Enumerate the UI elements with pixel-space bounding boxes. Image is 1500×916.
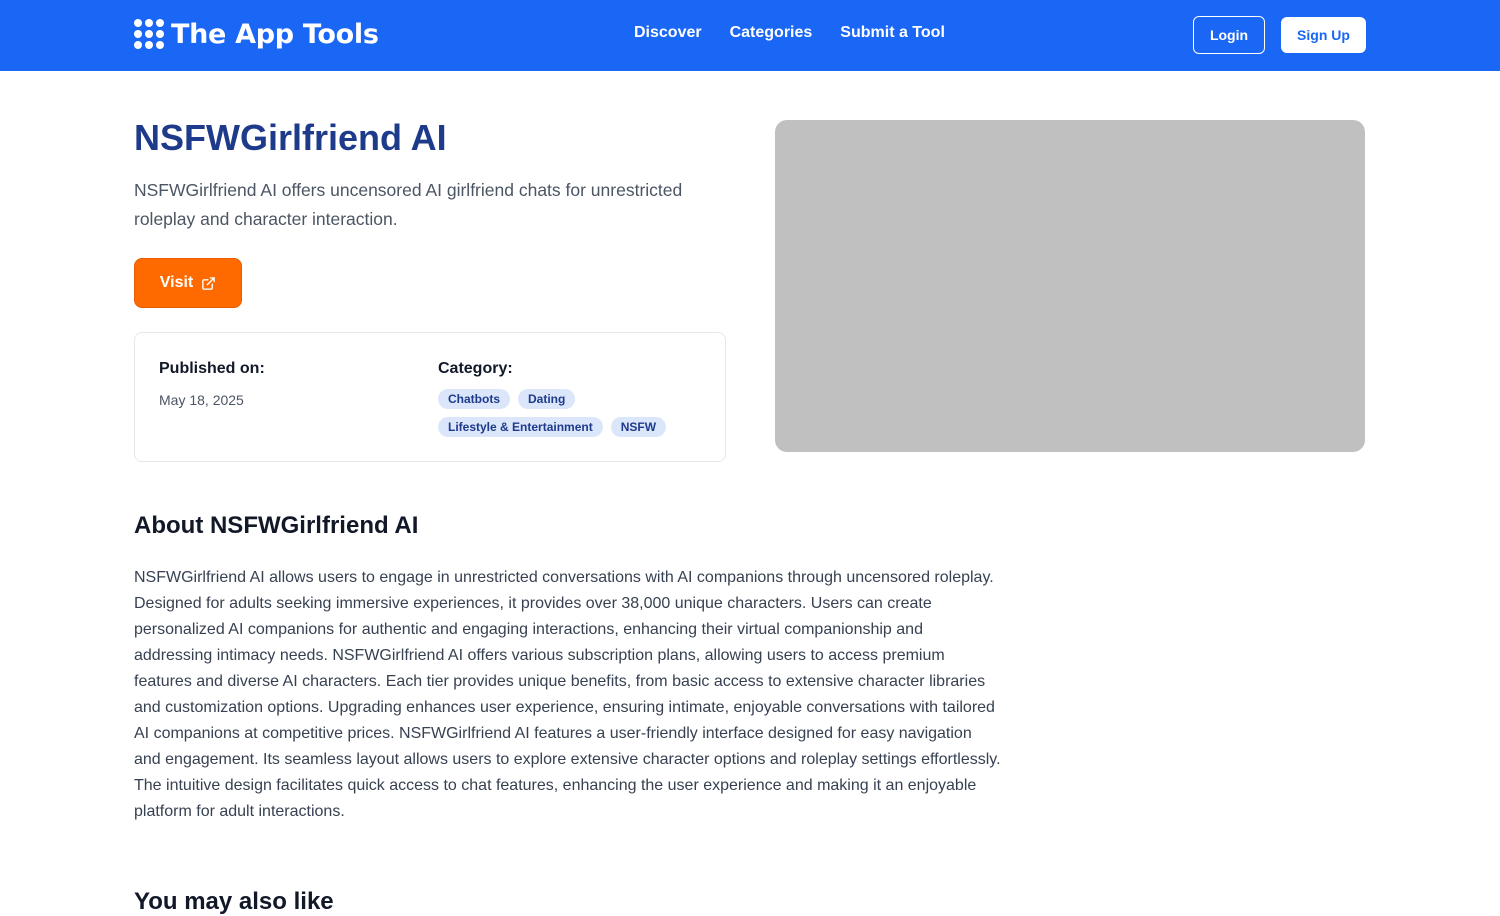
tool-screenshot-placeholder bbox=[775, 120, 1365, 452]
tool-info-card: Published on: May 18, 2025 Category: Cha… bbox=[134, 332, 726, 462]
sign-up-button[interactable]: Sign Up bbox=[1281, 17, 1366, 53]
category-tag-dating[interactable]: Dating bbox=[518, 389, 576, 409]
about-description: NSFWGirlfriend AI allows users to engage… bbox=[134, 569, 1001, 820]
brand-name: The App Tools bbox=[171, 18, 379, 50]
category-label: Category: bbox=[438, 360, 513, 377]
nav-submit-tool[interactable]: Submit a Tool bbox=[840, 24, 945, 42]
app-grid-icon bbox=[134, 19, 164, 49]
category-tag-lifestyle-entertainment[interactable]: Lifestyle & Entertainment bbox=[438, 417, 603, 437]
external-link-icon bbox=[202, 276, 216, 290]
nav-categories[interactable]: Categories bbox=[730, 24, 813, 42]
category-tag-nsfw[interactable]: NSFW bbox=[610, 417, 667, 437]
login-button[interactable]: Login bbox=[1193, 16, 1265, 54]
related-tools-heading: You may also like bbox=[134, 888, 334, 915]
visit-button[interactable]: Visit bbox=[134, 258, 242, 308]
published-label: Published on: bbox=[159, 360, 265, 377]
about-heading: About NSFWGirlfriend AI bbox=[134, 512, 419, 539]
brand-logo[interactable]: The App Tools bbox=[134, 17, 379, 51]
tool-title: NSFWGirlfriend AI bbox=[134, 117, 447, 158]
published-date: May 18, 2025 bbox=[159, 392, 244, 408]
visit-button-label: Visit bbox=[159, 274, 194, 291]
top-navigation-bar: The App Tools Discover Categories Submit… bbox=[0, 0, 1500, 71]
nav-discover[interactable]: Discover bbox=[634, 24, 702, 42]
category-tag-chatbots[interactable]: Chatbots bbox=[438, 389, 510, 409]
main-nav: Discover Categories Submit a Tool bbox=[634, 24, 945, 42]
category-tags: Chatbots Dating Lifestyle & Entertainmen… bbox=[438, 389, 698, 437]
tool-tagline: NSFWGirlfriend AI offers uncensored AI g… bbox=[134, 180, 683, 229]
